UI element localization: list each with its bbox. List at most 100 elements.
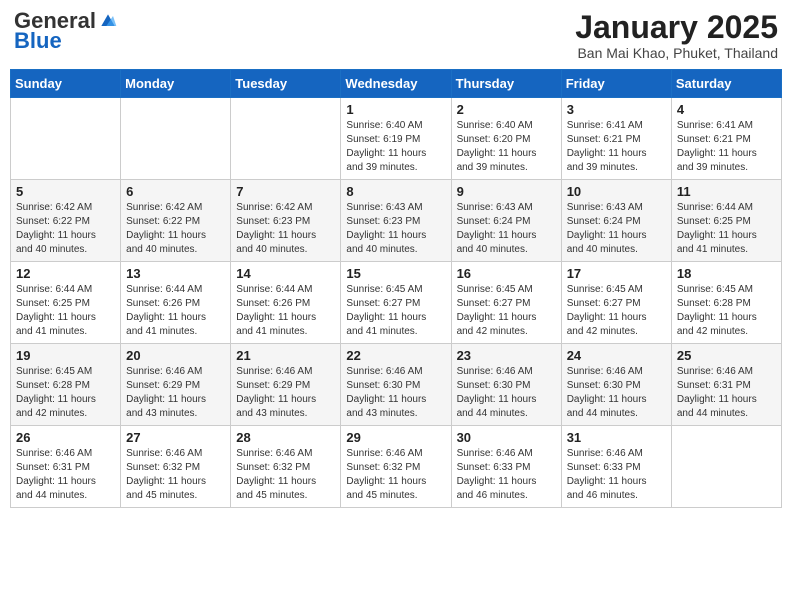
calendar-day-cell: 5Sunrise: 6:42 AM Sunset: 6:22 PM Daylig… xyxy=(11,180,121,262)
calendar-day-cell: 19 Sunrise: 6:45 AM Sunset: 6:28 PM Dayli… xyxy=(11,344,121,426)
calendar-day-cell: 11Sunrise: 6:44 AM Sunset: 6:25 PM Dayli… xyxy=(671,180,781,262)
title-block: January 2025 Ban Mai Khao, Phuket, Thail… xyxy=(575,10,778,61)
calendar-day-cell xyxy=(671,426,781,508)
day-number: 25 xyxy=(677,348,776,363)
day-of-week-header: Monday xyxy=(121,70,231,98)
day-info: Sunrise: 6:46 AM Sunset: 6:29 PM Dayligh… xyxy=(236,365,335,421)
calendar-day-cell: 29 Sunrise: 6:46 AM Sunset: 6:32 PM Dayli… xyxy=(341,426,451,508)
calendar-day-cell: 4Sunrise: 6:41 AM Sunset: 6:21 PM Daylig… xyxy=(671,98,781,180)
calendar-day-cell: 6Sunrise: 6:42 AM Sunset: 6:22 PM Daylig… xyxy=(121,180,231,262)
day-number: 7 xyxy=(236,184,335,199)
day-number: 3 xyxy=(567,102,666,117)
day-number: 27 xyxy=(126,430,225,445)
calendar-day-cell: 23Sunrise: 6:46 AM Sunset: 6:30 PM Dayli… xyxy=(451,344,561,426)
calendar-day-cell: 26Sunrise: 6:46 AM Sunset: 6:31 PM Dayli… xyxy=(11,426,121,508)
calendar-day-cell xyxy=(11,98,121,180)
day-info: Sunrise: 6:45 AM Sunset: 6:28 PM Dayligh… xyxy=(677,283,776,339)
day-info: Sunrise: 6:45 AM Sunset: 6:27 PM Dayligh… xyxy=(346,283,445,339)
calendar-day-cell: 13Sunrise: 6:44 AM Sunset: 6:26 PM Dayli… xyxy=(121,262,231,344)
day-info: Sunrise: 6:46 AM Sunset: 6:32 PM Dayligh… xyxy=(236,447,335,503)
day-info: Sunrise: 6:46 AM Sunset: 6:30 PM Dayligh… xyxy=(567,365,666,421)
calendar-week-row: 12 Sunrise: 6:44 AM Sunset: 6:25 PM Dayli… xyxy=(11,262,782,344)
day-info: Sunrise: 6:44 AM Sunset: 6:26 PM Dayligh… xyxy=(236,283,335,339)
day-number: 8 xyxy=(346,184,445,199)
calendar-day-cell: 15 Sunrise: 6:45 AM Sunset: 6:27 PM Dayli… xyxy=(341,262,451,344)
day-number: 16 xyxy=(457,266,556,281)
day-info: Sunrise: 6:40 AM Sunset: 6:19 PM Dayligh… xyxy=(346,119,445,175)
day-number: 5 xyxy=(16,184,115,199)
calendar-day-cell: 22Sunrise: 6:46 AM Sunset: 6:30 PM Dayli… xyxy=(341,344,451,426)
calendar-day-cell: 20 Sunrise: 6:46 AM Sunset: 6:29 PM Dayli… xyxy=(121,344,231,426)
day-info: Sunrise: 6:44 AM Sunset: 6:25 PM Dayligh… xyxy=(16,283,115,339)
day-number: 29 xyxy=(346,430,445,445)
day-number: 21 xyxy=(236,348,335,363)
day-number: 10 xyxy=(567,184,666,199)
logo-blue-text: Blue xyxy=(14,28,62,54)
calendar-day-cell: 12 Sunrise: 6:44 AM Sunset: 6:25 PM Dayli… xyxy=(11,262,121,344)
calendar-day-cell: 8 Sunrise: 6:43 AM Sunset: 6:23 PM Daylig… xyxy=(341,180,451,262)
calendar-day-cell: 16 Sunrise: 6:45 AM Sunset: 6:27 PM Dayli… xyxy=(451,262,561,344)
calendar-week-row: 1 Sunrise: 6:40 AM Sunset: 6:19 PM Daylig… xyxy=(11,98,782,180)
day-info: Sunrise: 6:46 AM Sunset: 6:32 PM Dayligh… xyxy=(126,447,225,503)
day-info: Sunrise: 6:42 AM Sunset: 6:22 PM Dayligh… xyxy=(126,201,225,257)
header-row: SundayMondayTuesdayWednesdayThursdayFrid… xyxy=(11,70,782,98)
day-info: Sunrise: 6:43 AM Sunset: 6:23 PM Dayligh… xyxy=(346,201,445,257)
month-title: January 2025 xyxy=(575,10,778,45)
day-number: 2 xyxy=(457,102,556,117)
day-number: 28 xyxy=(236,430,335,445)
day-info: Sunrise: 6:45 AM Sunset: 6:28 PM Dayligh… xyxy=(16,365,115,421)
day-number: 9 xyxy=(457,184,556,199)
calendar-day-cell: 17Sunrise: 6:45 AM Sunset: 6:27 PM Dayli… xyxy=(561,262,671,344)
day-number: 12 xyxy=(16,266,115,281)
page-header: General Blue January 2025 Ban Mai Khao, … xyxy=(10,10,782,61)
day-number: 1 xyxy=(346,102,445,117)
day-of-week-header: Saturday xyxy=(671,70,781,98)
day-of-week-header: Thursday xyxy=(451,70,561,98)
day-info: Sunrise: 6:46 AM Sunset: 6:32 PM Dayligh… xyxy=(346,447,445,503)
calendar-day-cell: 3Sunrise: 6:41 AM Sunset: 6:21 PM Daylig… xyxy=(561,98,671,180)
day-info: Sunrise: 6:45 AM Sunset: 6:27 PM Dayligh… xyxy=(567,283,666,339)
day-number: 14 xyxy=(236,266,335,281)
calendar-day-cell: 25 Sunrise: 6:46 AM Sunset: 6:31 PM Dayli… xyxy=(671,344,781,426)
calendar-day-cell: 10 Sunrise: 6:43 AM Sunset: 6:24 PM Dayli… xyxy=(561,180,671,262)
day-of-week-header: Wednesday xyxy=(341,70,451,98)
day-info: Sunrise: 6:46 AM Sunset: 6:30 PM Dayligh… xyxy=(346,365,445,421)
calendar-day-cell xyxy=(231,98,341,180)
calendar-day-cell: 18 Sunrise: 6:45 AM Sunset: 6:28 PM Dayli… xyxy=(671,262,781,344)
day-info: Sunrise: 6:46 AM Sunset: 6:33 PM Dayligh… xyxy=(457,447,556,503)
day-number: 20 xyxy=(126,348,225,363)
day-info: Sunrise: 6:43 AM Sunset: 6:24 PM Dayligh… xyxy=(567,201,666,257)
calendar-body: 1 Sunrise: 6:40 AM Sunset: 6:19 PM Daylig… xyxy=(11,98,782,508)
location-text: Ban Mai Khao, Phuket, Thailand xyxy=(575,45,778,61)
day-info: Sunrise: 6:46 AM Sunset: 6:31 PM Dayligh… xyxy=(16,447,115,503)
day-info: Sunrise: 6:46 AM Sunset: 6:29 PM Dayligh… xyxy=(126,365,225,421)
calendar-header: SundayMondayTuesdayWednesdayThursdayFrid… xyxy=(11,70,782,98)
day-info: Sunrise: 6:46 AM Sunset: 6:31 PM Dayligh… xyxy=(677,365,776,421)
calendar-day-cell: 2 Sunrise: 6:40 AM Sunset: 6:20 PM Daylig… xyxy=(451,98,561,180)
calendar-day-cell: 1 Sunrise: 6:40 AM Sunset: 6:19 PM Daylig… xyxy=(341,98,451,180)
calendar-day-cell: 24Sunrise: 6:46 AM Sunset: 6:30 PM Dayli… xyxy=(561,344,671,426)
calendar-day-cell: 31 Sunrise: 6:46 AM Sunset: 6:33 PM Dayli… xyxy=(561,426,671,508)
calendar-week-row: 5 Sunrise: 6:42 AM Sunset: 6:22 PM Daylig… xyxy=(11,180,782,262)
day-info: Sunrise: 6:44 AM Sunset: 6:26 PM Dayligh… xyxy=(126,283,225,339)
day-of-week-header: Sunday xyxy=(11,70,121,98)
day-info: Sunrise: 6:46 AM Sunset: 6:33 PM Dayligh… xyxy=(567,447,666,503)
calendar-day-cell: 7 Sunrise: 6:42 AM Sunset: 6:23 PM Daylig… xyxy=(231,180,341,262)
day-number: 31 xyxy=(567,430,666,445)
calendar-day-cell: 9 Sunrise: 6:43 AM Sunset: 6:24 PM Daylig… xyxy=(451,180,561,262)
day-info: Sunrise: 6:42 AM Sunset: 6:23 PM Dayligh… xyxy=(236,201,335,257)
day-of-week-header: Friday xyxy=(561,70,671,98)
logo: General Blue xyxy=(14,10,118,54)
calendar-week-row: 19 Sunrise: 6:45 AM Sunset: 6:28 PM Dayli… xyxy=(11,344,782,426)
day-info: Sunrise: 6:43 AM Sunset: 6:24 PM Dayligh… xyxy=(457,201,556,257)
calendar-day-cell: 21 Sunrise: 6:46 AM Sunset: 6:29 PM Dayli… xyxy=(231,344,341,426)
calendar-day-cell: 30Sunrise: 6:46 AM Sunset: 6:33 PM Dayli… xyxy=(451,426,561,508)
day-number: 18 xyxy=(677,266,776,281)
calendar-table: SundayMondayTuesdayWednesdayThursdayFrid… xyxy=(10,69,782,508)
day-number: 19 xyxy=(16,348,115,363)
day-number: 15 xyxy=(346,266,445,281)
day-info: Sunrise: 6:44 AM Sunset: 6:25 PM Dayligh… xyxy=(677,201,776,257)
day-of-week-header: Tuesday xyxy=(231,70,341,98)
day-info: Sunrise: 6:40 AM Sunset: 6:20 PM Dayligh… xyxy=(457,119,556,175)
day-info: Sunrise: 6:45 AM Sunset: 6:27 PM Dayligh… xyxy=(457,283,556,339)
